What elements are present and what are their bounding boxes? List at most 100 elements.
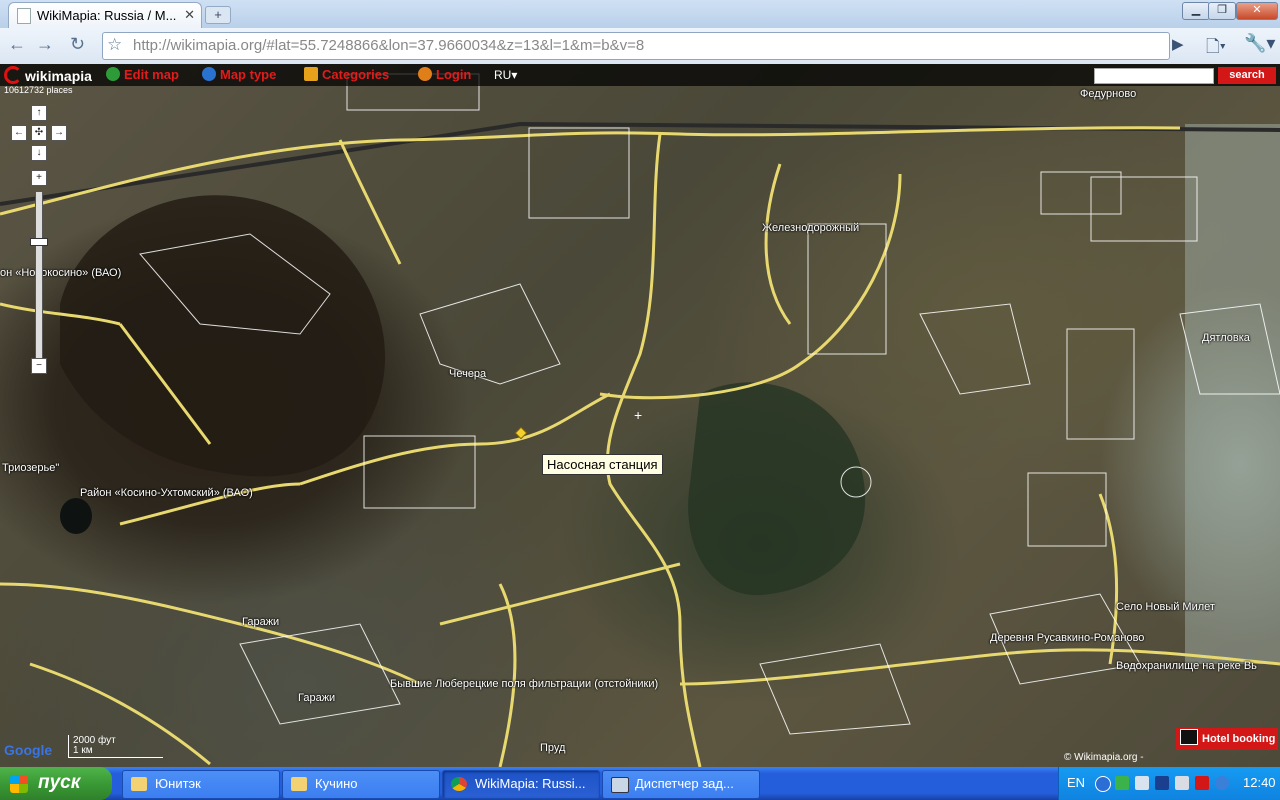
- taskbar-item[interactable]: Юнитэк: [122, 770, 280, 799]
- taskbar-item-label: Юнитэк: [155, 776, 201, 791]
- map-label[interactable]: Пруд: [540, 742, 565, 754]
- map-label[interactable]: Водохранилище на реке Вь: [1116, 660, 1257, 672]
- search-input[interactable]: [1094, 68, 1214, 84]
- google-logo[interactable]: Google: [4, 742, 52, 758]
- map-label[interactable]: он «Новокосино» (ВАО): [0, 267, 121, 279]
- pan-left-button[interactable]: ←: [11, 125, 27, 141]
- monitor-icon[interactable]: [1135, 776, 1149, 790]
- edit-map-link[interactable]: Edit map: [106, 67, 179, 82]
- zoom-slider-handle[interactable]: [30, 238, 48, 246]
- ati-icon[interactable]: [1195, 776, 1209, 790]
- url-text[interactable]: http://wikimapia.org/#lat=55.7248866&lon…: [133, 37, 644, 54]
- bookmark-star-icon[interactable]: ☆: [107, 35, 122, 55]
- wrench-icon[interactable]: 🔧▾: [1244, 33, 1275, 54]
- pan-up-button[interactable]: ↑: [31, 105, 47, 121]
- taskbar-item[interactable]: Диспетчер зад...: [602, 770, 760, 799]
- start-button[interactable]: пуск: [0, 767, 112, 800]
- map-label[interactable]: Триозерье": [2, 462, 59, 474]
- zoom-out-button[interactable]: −: [31, 358, 47, 374]
- browser-tab[interactable]: WikiMapia: Russia / M... ✕: [8, 2, 202, 29]
- taskbar-item-active[interactable]: WikiMapia: Russi...: [442, 770, 600, 799]
- search-button[interactable]: search: [1218, 67, 1276, 84]
- minimize-button[interactable]: ▁: [1182, 2, 1210, 20]
- browser-titlebar: WikiMapia: Russia / M... ✕ + ▁ ❐ ✕: [0, 0, 1280, 29]
- map-label[interactable]: Гаражи: [242, 616, 279, 628]
- input-language-indicator[interactable]: EN: [1067, 775, 1085, 790]
- place-tooltip: Насосная станция: [542, 454, 663, 475]
- speaker-icon[interactable]: [1175, 776, 1189, 790]
- taskbar: пуск Юнитэк Кучино WikiMapia: Russi... Д…: [0, 767, 1280, 800]
- zoom-slider[interactable]: [35, 191, 43, 359]
- language-select[interactable]: RU▾: [494, 68, 517, 82]
- taskbar-item-label: Кучино: [315, 776, 358, 791]
- map-label[interactable]: Район «Косино-Ухтомский» (ВАО): [80, 487, 253, 499]
- taskbar-item-label: WikiMapia: Russi...: [475, 776, 586, 791]
- close-window-button[interactable]: ✕: [1236, 2, 1278, 20]
- start-label: пуск: [38, 772, 81, 793]
- folder-icon: [291, 777, 307, 791]
- pan-right-button[interactable]: →: [51, 125, 67, 141]
- network-icon[interactable]: [1115, 776, 1129, 790]
- map-label[interactable]: Федурново: [1080, 88, 1136, 100]
- tab-close-icon[interactable]: ✕: [184, 7, 195, 23]
- logo-text: wikimapia: [25, 68, 92, 84]
- places-count: 10612732 places: [4, 85, 73, 95]
- help-icon[interactable]: [1215, 776, 1229, 790]
- wikimapia-logo[interactable]: wikimapia: [4, 66, 92, 84]
- forest-area: [60, 195, 386, 477]
- menu-label: Login: [436, 67, 472, 82]
- compass-icon: [202, 67, 216, 81]
- taskbar-item[interactable]: Кучино: [282, 770, 440, 799]
- address-bar[interactable]: ☆ http://wikimapia.org/#lat=55.7248866&l…: [102, 32, 1170, 60]
- folder-icon: [131, 777, 147, 791]
- system-tray: EN 12:40: [1058, 767, 1280, 800]
- taskbar-item-label: Диспетчер зад...: [635, 776, 734, 791]
- page-menu-icon[interactable]: 🗋▾: [1206, 34, 1226, 63]
- new-tab-button[interactable]: +: [205, 6, 231, 24]
- map-overlay: +: [0, 73, 1280, 767]
- forward-icon[interactable]: →: [36, 34, 54, 55]
- maximize-button[interactable]: ❐: [1208, 2, 1236, 20]
- map-label[interactable]: Гаражи: [298, 692, 335, 704]
- map-label[interactable]: Железнодорожный: [762, 222, 859, 234]
- tray-expand-icon[interactable]: [1095, 776, 1111, 792]
- hotel-booking-button[interactable]: Hotel booking: [1176, 728, 1278, 750]
- go-icon[interactable]: ▶: [1172, 35, 1184, 53]
- windows-logo-icon: [10, 775, 28, 793]
- categories-link[interactable]: Categories: [304, 67, 389, 82]
- hotel-icon: [1180, 729, 1198, 745]
- page-icon: [17, 8, 31, 24]
- login-link[interactable]: Login: [418, 67, 471, 82]
- app-tray-icon[interactable]: [1155, 776, 1169, 790]
- categories-icon: [304, 67, 318, 81]
- pan-center-button[interactable]: ✣: [31, 125, 47, 141]
- menu-label: Categories: [322, 67, 390, 82]
- map-label[interactable]: Бывшие Люберецкие поля фильтрации (отсто…: [390, 678, 658, 690]
- copyright-text: © Wikimapia.org -: [1064, 752, 1144, 763]
- back-icon[interactable]: ←: [8, 34, 26, 55]
- google-logo-text: Google: [4, 742, 53, 758]
- clock: 12:40: [1243, 775, 1276, 790]
- task-manager-icon: [611, 777, 629, 793]
- chrome-icon: [451, 777, 467, 791]
- map-type-link[interactable]: Map type: [202, 67, 276, 82]
- hotel-label: Hotel booking: [1202, 733, 1276, 745]
- menu-label: Map type: [220, 67, 277, 82]
- zoom-in-button[interactable]: +: [31, 170, 47, 186]
- user-icon: [418, 67, 432, 81]
- map-label[interactable]: Деревня Русавкино-Романово: [990, 632, 1144, 644]
- scale-bar: 2000 фут 1 км: [68, 735, 163, 758]
- tab-title: WikiMapia: Russia / M...: [37, 8, 177, 23]
- wikimapia-logo-icon: [4, 66, 22, 84]
- forest-area: [688, 382, 866, 596]
- reload-icon[interactable]: ↻: [70, 34, 85, 55]
- pan-down-button[interactable]: ↓: [31, 145, 47, 161]
- map-label[interactable]: Чечера: [449, 368, 486, 380]
- scale-bottom-label: 1 км: [73, 745, 93, 756]
- map-label[interactable]: Село Новый Милет: [1116, 601, 1215, 613]
- map-label[interactable]: Дятловка: [1202, 332, 1250, 344]
- crosshair-cursor: +: [634, 407, 642, 423]
- browser-toolbar: ← → ↻ ☆ http://wikimapia.org/#lat=55.724…: [0, 28, 1280, 65]
- satellite-map[interactable]: + Федурново Железнодорожный он «Новокоси…: [0, 64, 1280, 767]
- url-host: http://wikimapia.org: [133, 37, 263, 54]
